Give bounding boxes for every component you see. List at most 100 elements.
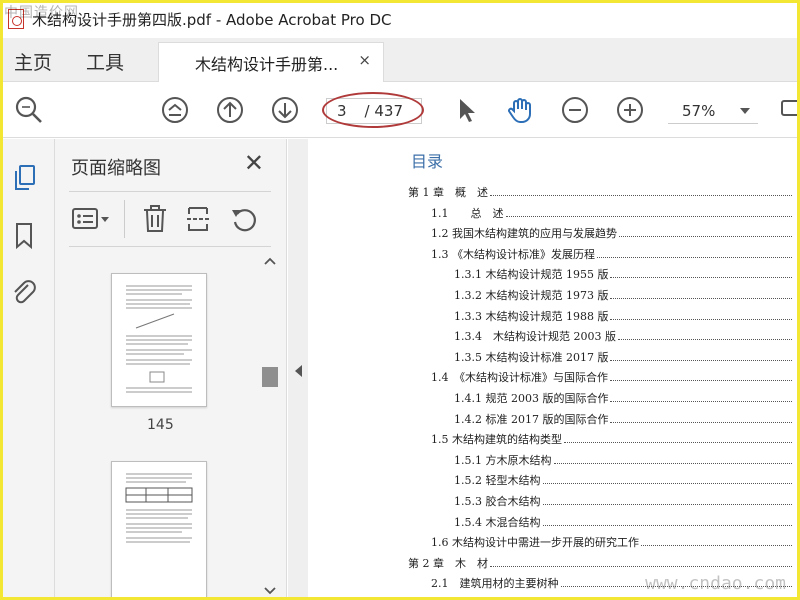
toc-leader-dots — [610, 277, 792, 279]
toc-leader-dots — [597, 256, 792, 258]
extract-page-button[interactable] — [185, 204, 213, 238]
toc-entry[interactable]: 1.5 木结构建筑的结构类型 — [431, 429, 794, 447]
thumbnail-page-number: 145 — [147, 417, 174, 433]
tab-tools[interactable]: 工具 — [86, 48, 124, 75]
toc-leader-dots — [542, 504, 792, 505]
toc-entry[interactable]: 1.3.3 木结构设计规范 1988 版 — [454, 306, 794, 324]
panel-splitter[interactable] — [288, 139, 308, 600]
toc-leader-dots — [564, 442, 792, 444]
comment-icon — [781, 100, 800, 116]
thumbnail-panel: 页面缩略图 ✕ 145 — [55, 139, 287, 600]
watermark-top: 中国造价网 — [4, 5, 79, 21]
toc-entry-label: 1.5.3 胶合木结构 — [454, 495, 541, 508]
collapse-panel-arrow-icon[interactable] — [295, 365, 302, 377]
next-page-button[interactable] — [270, 95, 300, 125]
toc-entry[interactable]: 1.5.1 方木原木结构 — [454, 450, 794, 468]
toc-entry-label: 1.4.1 规范 2003 版的国际合作 — [454, 392, 609, 405]
comment-tool-button[interactable] — [776, 95, 800, 125]
zoom-out-button[interactable] — [560, 95, 590, 125]
select-tool-button[interactable] — [452, 95, 482, 125]
toc-entry[interactable]: 1.3.4 木结构设计规范 2003 版 — [454, 326, 794, 344]
scrollbar-thumb[interactable] — [262, 367, 278, 387]
toc-entry-label: 1.4.2 标准 2017 版的国际合作 — [454, 412, 609, 426]
tab-close-button[interactable]: × — [358, 51, 371, 69]
toc-leader-dots — [610, 421, 792, 423]
hand-tool-button[interactable] — [505, 95, 535, 125]
toc-leader-dots — [490, 195, 792, 196]
page-thumbnail-145[interactable] — [111, 273, 207, 407]
toc-entry-label: 1.5.2 轻型木结构 — [454, 474, 541, 488]
navigation-rail — [0, 139, 55, 600]
toc-leader-dots — [490, 565, 792, 567]
toc-entry[interactable]: 第 1 章 概 述 — [408, 182, 794, 200]
page-thumbnail-next[interactable] — [111, 461, 207, 600]
arrow-up-icon — [217, 97, 243, 123]
toc-entry-label: 1.4 《木结构设计标准》与国际合作 — [431, 371, 608, 385]
toc-leader-dots — [610, 380, 792, 382]
toc-leader-dots — [617, 339, 792, 341]
toc-entry[interactable]: 第 2 章 木 材 — [408, 553, 794, 571]
tab-document-label: 木结构设计手册第... — [195, 55, 339, 74]
toc-entry[interactable]: 1.5.2 轻型木结构 — [454, 470, 794, 488]
toc-leader-dots — [610, 359, 792, 361]
thumbnail-toolbar — [69, 191, 271, 247]
rotate-icon — [232, 209, 256, 232]
page-thumbnails-button[interactable] — [12, 163, 40, 197]
toc-entry-label: 第 1 章 概 述 — [408, 186, 488, 199]
pages-copy-icon — [15, 165, 35, 190]
search-tool-button[interactable] — [14, 95, 44, 125]
bookmarks-button[interactable] — [12, 221, 36, 255]
toc-entry[interactable]: 1.5.4 木混合结构 — [454, 512, 794, 530]
cursor-arrow-icon — [460, 99, 475, 122]
toc-leader-dots — [641, 545, 792, 547]
extract-pages-icon — [187, 207, 211, 231]
attachments-button[interactable] — [10, 277, 38, 311]
thumbnail-scrollbar[interactable] — [262, 255, 278, 597]
title-bar: 木结构设计手册第四版.pdf - Adobe Acrobat Pro DC — [0, 0, 800, 38]
toc-entry[interactable]: 1.3 《木结构设计标准》发展历程 — [431, 244, 794, 262]
scroll-up-icon[interactable] — [264, 257, 276, 265]
tab-document[interactable]: 木结构设计手册第... × — [158, 42, 384, 83]
current-page-value[interactable]: 3 — [337, 102, 347, 120]
toc-entry-label: 1.6 木结构设计中需进一步开展的研究工作 — [431, 536, 639, 550]
delete-page-button[interactable] — [141, 204, 169, 238]
zoom-in-button[interactable] — [615, 95, 645, 125]
document-page: 目录 第 1 章 概 述 1.1 总 述 1.2 我国木结构建筑的应用与发展趋势 1.… — [308, 139, 800, 600]
toc-entry-label: 1.3 《木结构设计标准》发展历程 — [431, 247, 595, 261]
page-preview-image — [125, 473, 193, 543]
toc-entry[interactable]: 1.3.1 木结构设计规范 1955 版 — [454, 264, 794, 282]
panel-close-button[interactable]: ✕ — [244, 149, 264, 177]
toc-leader-dots — [610, 401, 792, 402]
toolbar: 3 / 437 57% — [0, 82, 800, 138]
toc-entry[interactable]: 1.6 木结构设计中需进一步开展的研究工作 — [431, 532, 794, 550]
previous-page-button[interactable] — [215, 95, 245, 125]
toc-entry-label: 第 2 章 木 材 — [408, 556, 488, 570]
toc-entry[interactable]: 1.1 总 述 — [431, 203, 794, 221]
trash-icon — [144, 205, 166, 232]
toc-entry-label: 2.1 建筑用材的主要树种 — [431, 577, 559, 591]
toc-entry[interactable]: 1.3.5 木结构设计标准 2017 版 — [454, 347, 794, 365]
toc-entry[interactable]: 1.4 《木结构设计标准》与国际合作 — [431, 367, 794, 385]
toc-entry[interactable]: 1.4.2 标准 2017 版的国际合作 — [454, 409, 794, 427]
toc-entry-label: 1.1 总 述 — [431, 206, 504, 220]
scroll-down-icon[interactable] — [264, 587, 276, 595]
toc-entry-label: 1.2 我国木结构建筑的应用与发展趋势 — [431, 227, 617, 241]
chevron-down-icon — [740, 108, 750, 114]
toc-leader-dots — [619, 236, 792, 238]
bookmark-icon — [16, 223, 32, 250]
toc-entry-label: 1.3.3 木结构设计规范 1988 版 — [454, 309, 609, 323]
options-menu-button[interactable] — [71, 205, 111, 237]
rotate-page-button[interactable] — [229, 204, 259, 238]
toc-entry[interactable]: 1.4.1 规范 2003 版的国际合作 — [454, 388, 794, 406]
first-page-button[interactable] — [160, 95, 190, 125]
toc-entry[interactable]: 1.2 我国木结构建筑的应用与发展趋势 — [431, 223, 794, 241]
toc-entry[interactable]: 1.5.3 胶合木结构 — [454, 491, 794, 509]
page-number-field[interactable]: 3 / 437 — [326, 98, 422, 124]
tab-home[interactable]: 主页 — [14, 48, 52, 75]
toc-leader-dots — [553, 462, 792, 464]
toc-leader-dots — [610, 298, 792, 299]
paperclip-icon — [14, 280, 36, 304]
toc-heading: 目录 — [411, 152, 444, 171]
zoom-level-dropdown[interactable]: 57% — [668, 98, 758, 124]
toc-entry[interactable]: 1.3.2 木结构设计规范 1973 版 — [454, 285, 794, 303]
